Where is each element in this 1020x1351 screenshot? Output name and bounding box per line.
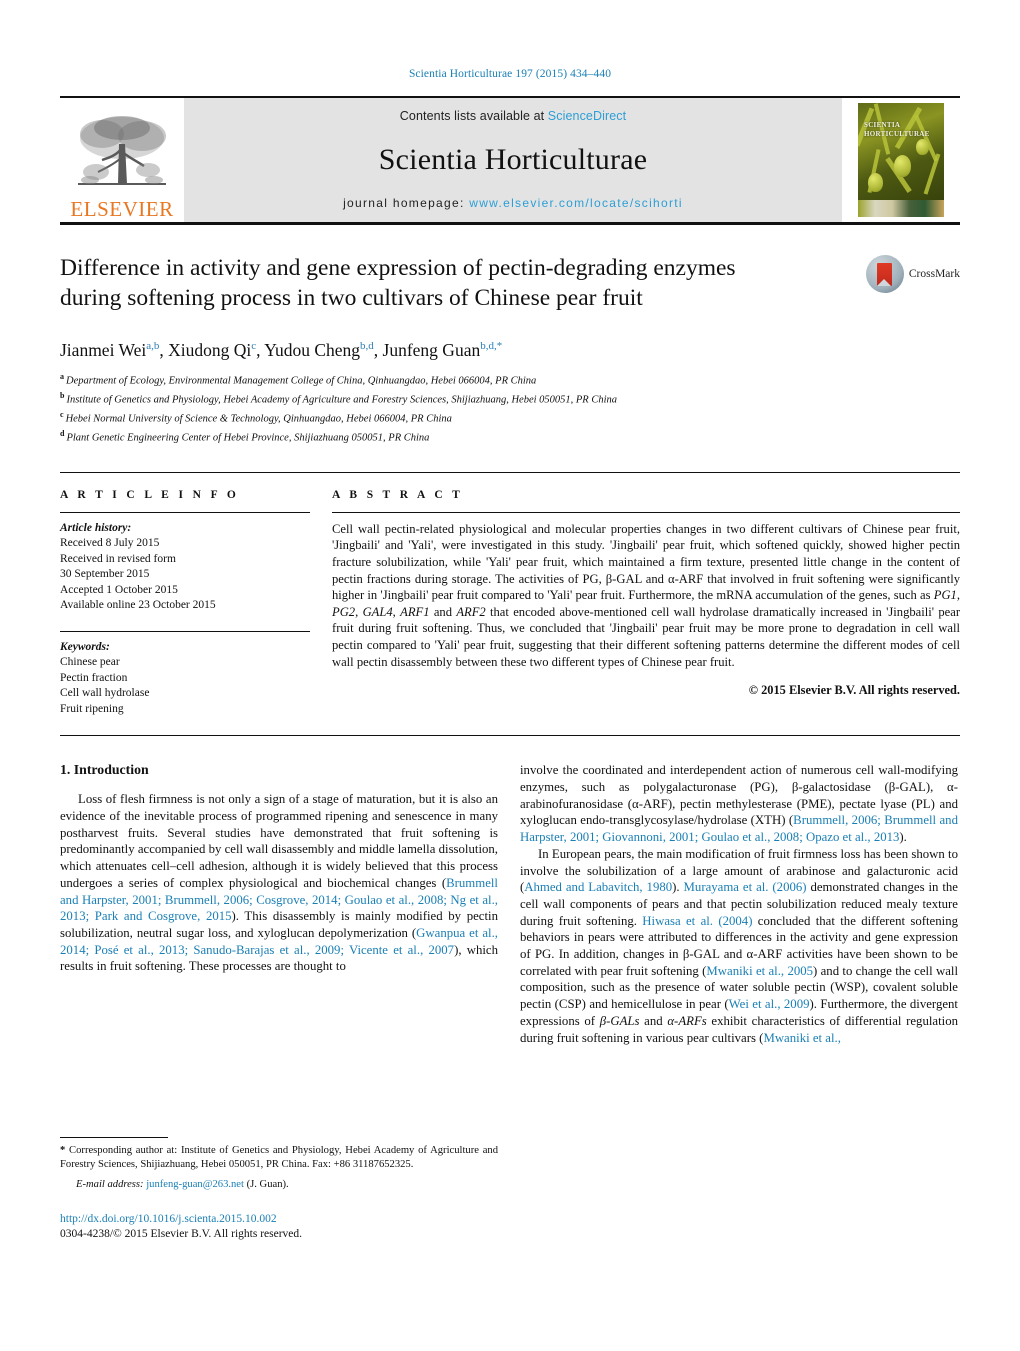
journal-cover-thumbnail: SCIENTIA HORTICULTURAE — [842, 98, 960, 222]
affiliation-text: Department of Ecology, Environmental Man… — [66, 375, 537, 387]
article-history-label: Article history: — [60, 521, 132, 534]
keyword-item: Chinese pear — [60, 656, 120, 669]
title-area: Difference in activity and gene expressi… — [60, 253, 960, 313]
contents-list-line: Contents lists available at ScienceDirec… — [400, 109, 626, 123]
title-text-wrap: Difference in activity and gene expressi… — [60, 253, 866, 313]
journal-masthead: ELSEVIER Contents lists available at Sci… — [60, 96, 960, 225]
email-label: E-mail address: — [76, 1179, 144, 1191]
keyword-item: Cell wall hydrolase — [60, 687, 150, 700]
footnote-block: * Corresponding author at: Institute of … — [60, 1137, 498, 1242]
section-heading-introduction: 1. Introduction — [60, 762, 149, 778]
abstract-copyright: © 2015 Elsevier B.V. All rights reserved… — [748, 683, 960, 698]
affiliation-item: b Institute of Genetics and Physiology, H… — [60, 389, 960, 408]
corresponding-author-note: * Corresponding author at: Institute of … — [60, 1145, 498, 1171]
history-line: Received 8 July 2015 — [60, 537, 160, 550]
doi-link[interactable]: http://dx.doi.org/10.1016/j.scienta.2015… — [60, 1212, 498, 1227]
keywords-block: Keywords: Chinese pear Pectin fraction C… — [60, 640, 310, 718]
affiliation-item: c Hebei Normal University of Science & Te… — [60, 408, 960, 427]
keyword-item: Fruit ripening — [60, 702, 124, 715]
affiliation-list: a Department of Ecology, Environmental Ma… — [60, 370, 960, 446]
sciencedirect-link[interactable]: ScienceDirect — [548, 109, 626, 123]
masthead-bottom-rule — [60, 222, 960, 225]
issn-copyright-line: 0304-4238/© 2015 Elsevier B.V. All right… — [60, 1228, 303, 1241]
crossmark-icon — [865, 255, 904, 293]
cover-title-line1: SCIENTIA — [864, 121, 901, 129]
abstract-heading: A B S T R A C T — [332, 488, 464, 501]
cover-title-line2: HORTICULTURAE — [864, 130, 930, 138]
history-line: 30 September 2015 — [60, 568, 150, 581]
journal-homepage-link[interactable]: www.elsevier.com/locate/scihorti — [469, 196, 683, 210]
article-history: Article history: Received 8 July 2015 Re… — [60, 521, 310, 614]
intro-paragraph-left: Loss of flesh firmness is not only a sig… — [60, 792, 498, 974]
article-info-heading: A R T I C L E I N F O — [60, 488, 240, 501]
affiliation-text: Plant Genetic Engineering Center of Hebe… — [66, 432, 430, 444]
affiliation-item: a Department of Ecology, Environmental Ma… — [60, 370, 960, 389]
crossmark-badge[interactable]: CrossMark — [865, 255, 960, 293]
contents-prefix: Contents lists available at — [399, 109, 548, 123]
abstract-rule — [332, 511, 960, 513]
affiliation-text: Hebei Normal University of Science & Tec… — [65, 413, 452, 425]
page-title: Difference in activity and gene expressi… — [60, 255, 736, 311]
info-abstract-block: A R T I C L E I N F O Article history: R… — [60, 471, 960, 718]
affiliation-marker: a — [60, 371, 64, 381]
affiliation-text: Institute of Genetics and Physiology, He… — [66, 394, 618, 406]
paper-page: Scientia Horticulturae 197 (2015) 434–44… — [0, 0, 1020, 1351]
keyword-item: Pectin fraction — [60, 671, 128, 684]
elsevier-logo: ELSEVIER — [60, 98, 184, 222]
abstract-bottom-rule — [60, 735, 960, 737]
doi-block: http://dx.doi.org/10.1016/j.scienta.2015… — [60, 1212, 498, 1242]
cover-image: SCIENTIA HORTICULTURAE — [858, 103, 944, 217]
right-column: involve the coordinated and interdepende… — [520, 762, 958, 1242]
email-owner: (J. Guan). — [246, 1179, 289, 1191]
affiliation-marker: b — [60, 390, 65, 400]
cover-bottom-strip — [858, 200, 944, 217]
elsevier-wordmark: ELSEVIER — [70, 197, 174, 221]
running-head: Scientia Horticulturae 197 (2015) 434–44… — [408, 68, 612, 80]
abstract-body: Cell wall pectin-related physiological a… — [332, 521, 961, 669]
history-line: Received in revised form — [60, 552, 176, 565]
journal-homepage-line: journal homepage: www.elsevier.com/locat… — [343, 196, 683, 210]
journal-title: Scientia Horticulturae — [378, 142, 648, 176]
keywords-rule — [60, 630, 310, 632]
author-list: Jianmei Weia,b, Xiudong Qic, Yudou Cheng… — [60, 339, 503, 360]
history-line: Available online 23 October 2015 — [60, 599, 216, 612]
email-link[interactable]: junfeng-guan@263.net — [146, 1179, 244, 1190]
masthead-center: Contents lists available at ScienceDirec… — [184, 98, 842, 222]
affiliation-marker: d — [60, 428, 65, 438]
affiliation-marker: c — [60, 409, 64, 419]
affiliation-item: d Plant Genetic Engineering Center of Heb… — [60, 427, 960, 446]
email-note: E-mail address: junfeng-guan@263.net (J.… — [60, 1178, 498, 1192]
left-column: 1. Introduction Loss of flesh firmness i… — [60, 762, 498, 1242]
body-columns: 1. Introduction Loss of flesh firmness i… — [60, 762, 960, 1242]
footnote-rule — [60, 1137, 168, 1139]
crossmark-label: CrossMark — [908, 268, 960, 280]
homepage-prefix: journal homepage: — [343, 196, 470, 210]
article-info-rule — [60, 511, 310, 513]
history-line: Accepted 1 October 2015 — [60, 583, 178, 596]
keywords-label: Keywords: — [60, 640, 110, 653]
intro-paragraph-right-1: involve the coordinated and interdepende… — [520, 763, 958, 845]
elsevier-tree-icon — [78, 116, 166, 185]
article-info-column: A R T I C L E I N F O Article history: R… — [60, 489, 310, 718]
cover-title-text: SCIENTIA HORTICULTURAE — [864, 121, 930, 139]
abstract-column: A B S T R A C T Cell wall pectin-related… — [332, 489, 960, 718]
intro-paragraph-right-2: In European pears, the main modification… — [520, 846, 958, 1045]
